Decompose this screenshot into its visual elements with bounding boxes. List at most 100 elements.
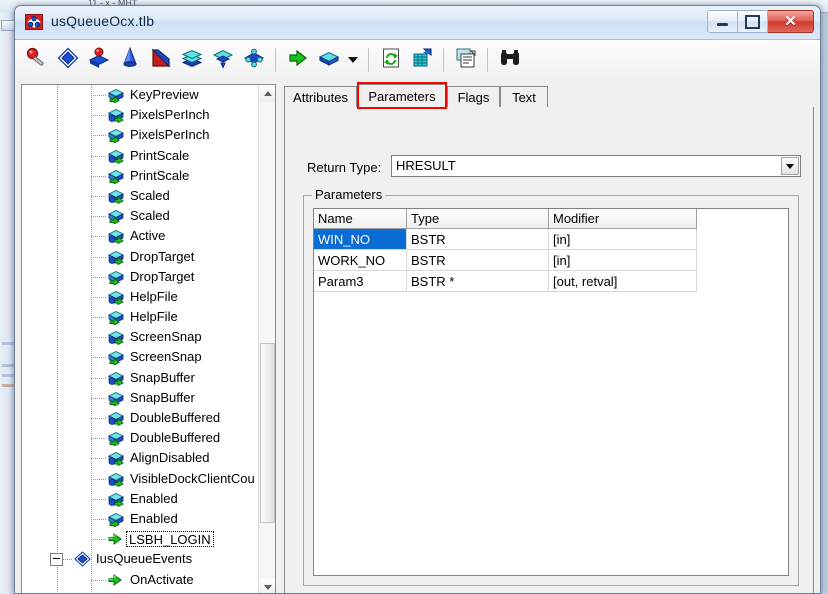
tree-elbow [91,296,107,298]
scrollbar-thumb[interactable] [260,343,275,523]
tree-item-label: DoubleBuffered [130,410,221,425]
tree-expander-collapse[interactable] [50,553,63,567]
type-tree-panel[interactable]: KeyPreview PixelsPerInch PixelsPerInch Prin… [21,84,276,593]
tab-text[interactable]: Text [500,86,548,107]
enum-toolbar-button[interactable] [114,44,145,76]
tree-vertical-scrollbar[interactable] [258,85,275,593]
scroll-up-icon[interactable] [259,85,275,102]
key-icon [25,46,49,75]
property-put-icon [107,329,125,346]
maximize-button[interactable] [738,10,768,33]
tree-elbow [91,397,107,399]
tree-item-label: SnapBuffer [130,369,195,385]
tree-item-doublebuffered[interactable]: DoubleBuffered [22,408,258,428]
tree-item-helpfile[interactable]: HelpFile [22,287,258,307]
column-header-type[interactable]: Type [407,209,549,229]
parameters-listview[interactable]: Name Type Modifier WIN_NO BSTR [in] WORK_NO… [313,208,789,576]
parameter-modifier: [in] [549,250,697,271]
tree-item-label: KeyPreview [130,87,199,102]
parameter-type: BSTR [407,250,549,271]
chevron-down-icon[interactable] [344,44,362,76]
union-toolbar-button[interactable] [238,44,269,76]
find-toolbar-button[interactable] [494,44,525,76]
tree-item-pixelsperinch[interactable]: PixelsPerInch [22,125,258,145]
tree-item-label: HelpFile [130,309,178,325]
record-toolbar-button[interactable] [176,44,207,76]
tree-elbow [91,95,107,96]
property-get-icon [107,87,125,104]
blue-diamond-icon [56,46,80,75]
property-get-icon [107,208,125,225]
details-tabstrip: Attributes Parameters Flags Text [284,82,814,109]
property-get-icon [107,390,125,407]
tree-item-enabled[interactable]: Enabled [22,509,258,529]
tree-item-pixelsperinch[interactable]: PixelsPerInch [22,105,258,125]
module-toolbar-button[interactable] [207,44,238,76]
chevron-down-icon[interactable] [781,157,799,175]
tree-item-label: IusQueueEvents [96,551,193,567]
green-arrow-icon [286,46,310,75]
column-header-modifier[interactable]: Modifier [549,209,697,229]
tree-item-doublebuffered[interactable]: DoubleBuffered [22,428,258,448]
tree-item-iusqueueevents[interactable]: IusQueueEvents [22,549,258,569]
pane-splitter[interactable] [276,84,284,593]
tree-item-visibledockclientcou[interactable]: VisibleDockClientCou [22,469,258,489]
tree-item-droptarget[interactable]: DropTarget [22,267,258,287]
copy-toolbar-button[interactable] [450,44,481,76]
tree-item-screensnap[interactable]: ScreenSnap [22,347,258,367]
tree-item-printscale[interactable]: PrintScale [22,146,258,166]
tree-item-snapbuffer[interactable]: SnapBuffer [22,388,258,408]
tree-item-helpfile[interactable]: HelpFile [22,307,258,327]
title-bar[interactable]: usQueueOcx.tlb ✕ [15,6,820,40]
tree-item-droptarget[interactable]: DropTarget [22,247,258,267]
tree-item-aligndisabled[interactable]: AlignDisabled [22,448,258,468]
tree-item-screensnap[interactable]: ScreenSnap [22,327,258,347]
tree-item-label: PrintScale [130,167,190,183]
interface-toolbar-button[interactable] [52,44,83,76]
return-type-combobox[interactable]: HRESULT [391,155,801,177]
tree-elbow [91,458,107,460]
tree-item-label: Active [130,228,166,244]
add-method-toolbar-button[interactable] [282,44,313,76]
toolbar-separator-2 [368,48,369,72]
tree-item-lsbh-login[interactable]: LSBH_LOGIN [22,529,258,549]
refresh-toolbar-button[interactable] [375,44,406,76]
tree-elbow [91,256,107,258]
stack-cyan-icon [180,46,204,75]
alias-toolbar-button[interactable] [145,44,176,76]
tree-item-label: VisibleDockClientCou [130,470,255,486]
return-type-value: HRESULT [396,158,456,173]
tree-elbow [91,195,107,197]
tree-item-keypreview[interactable]: KeyPreview [22,85,258,105]
parameter-name: Param3 [314,271,407,292]
property-put-icon [107,410,125,427]
parameter-row[interactable]: WIN_NO BSTR [in] [314,229,788,250]
minimize-button[interactable] [707,10,738,33]
parameter-row[interactable]: Param3 BSTR * [out, retval] [314,271,788,292]
parameter-row[interactable]: WORK_NO BSTR [in] [314,250,788,271]
tree-elbow [91,539,107,541]
tab-label: Attributes [293,89,348,105]
compile-toolbar-button[interactable] [406,44,437,76]
properties-toolbar-button[interactable] [21,44,52,76]
tree-item-scaled[interactable]: Scaled [22,206,258,226]
column-header-name[interactable]: Name [314,209,407,229]
coclass-toolbar-button[interactable] [83,44,114,76]
close-button[interactable]: ✕ [768,10,814,33]
tree-item-enabled[interactable]: Enabled [22,489,258,509]
tree-item-snapbuffer[interactable]: SnapBuffer [22,368,258,388]
tree-item-active[interactable]: Active [22,226,258,246]
tree-item-onactivate[interactable]: OnActivate [22,570,258,590]
tab-parameters[interactable]: Parameters [357,84,447,108]
scroll-down-icon[interactable] [259,579,275,593]
tree-item-label: LSBH_LOGIN [129,532,211,548]
typelib-icon [25,13,43,31]
property-put-icon [107,148,125,164]
tree-elbow [91,236,107,238]
add-property-toolbar-button[interactable] [313,44,344,76]
tab-attributes[interactable]: Attributes [284,86,357,107]
property-put-icon [107,450,125,467]
tree-item-scaled[interactable]: Scaled [22,186,258,206]
tab-flags[interactable]: Flags [447,86,500,107]
tree-item-printscale[interactable]: PrintScale [22,166,258,186]
